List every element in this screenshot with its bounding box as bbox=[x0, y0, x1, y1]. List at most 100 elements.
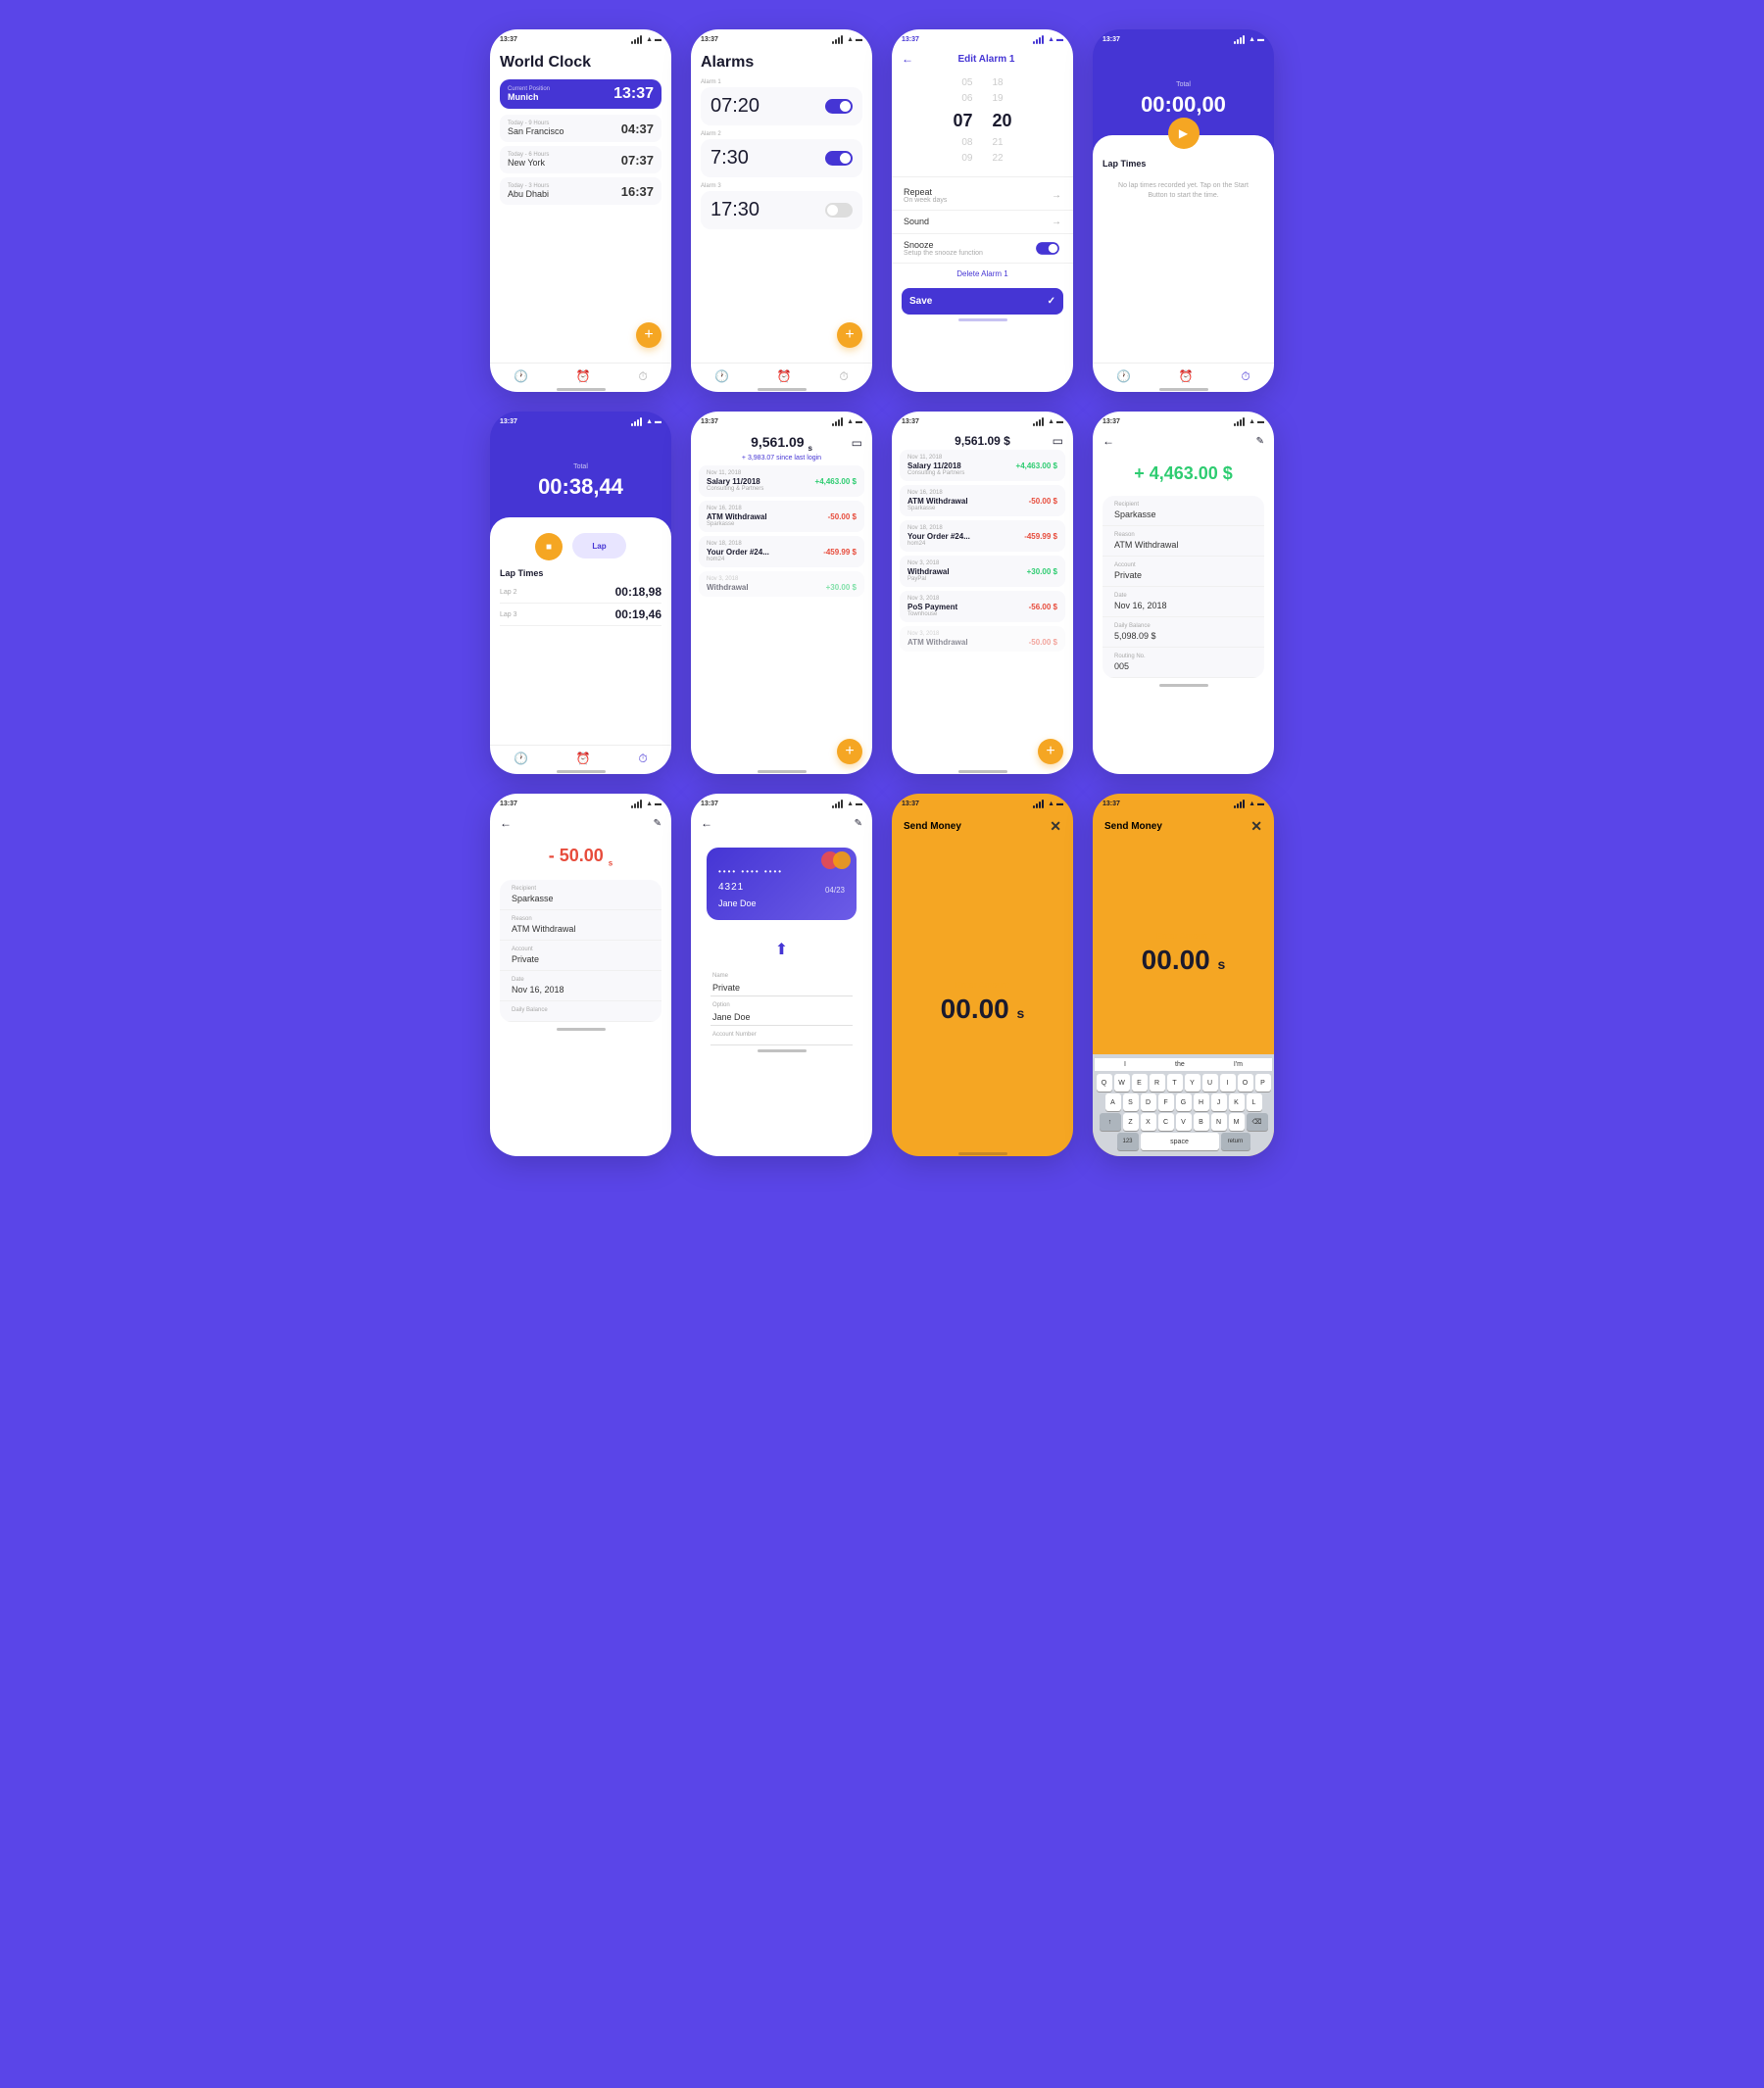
stopwatch-idle-content: Total 00:00,00 bbox=[1093, 46, 1274, 125]
status-bar-7: 13:37 ▲ ▬ bbox=[892, 412, 1073, 428]
close-send-button[interactable]: ✕ bbox=[1050, 818, 1061, 835]
key-t[interactable]: T bbox=[1167, 1074, 1183, 1092]
nav-sw-5[interactable]: ⏱ bbox=[638, 752, 647, 766]
alarm-1-toggle[interactable] bbox=[825, 99, 853, 114]
nav-alarm-4[interactable]: ⏰ bbox=[1179, 369, 1194, 384]
key-shift[interactable]: ↑ bbox=[1100, 1113, 1121, 1131]
play-button[interactable]: ▶ bbox=[1168, 118, 1200, 149]
key-k[interactable]: K bbox=[1229, 1093, 1245, 1111]
card-number: 4321 bbox=[718, 882, 744, 893]
key-p[interactable]: P bbox=[1255, 1074, 1271, 1092]
add-city-button[interactable]: + bbox=[636, 322, 662, 348]
balance-display: 9,561.09 s bbox=[751, 434, 812, 453]
trans-3-pos[interactable]: Nov 3, 2018 PoS PaymentTownhouse -56.00 … bbox=[900, 591, 1065, 622]
sug-0[interactable]: I bbox=[1124, 1061, 1126, 1068]
nav-sw-2[interactable]: ⏱ bbox=[839, 369, 848, 384]
back-arrow-detail[interactable]: ← bbox=[1102, 434, 1114, 448]
daily-bal-label: Daily Balance bbox=[1114, 623, 1252, 629]
nav-sw-4[interactable]: ⏱ bbox=[1241, 369, 1250, 384]
key-l[interactable]: L bbox=[1247, 1093, 1262, 1111]
trans-atm[interactable]: Nov 16, 2018 ATM Withdrawal Sparkasse -5… bbox=[699, 501, 864, 532]
key-z[interactable]: Z bbox=[1123, 1113, 1139, 1131]
key-a[interactable]: A bbox=[1105, 1093, 1121, 1111]
card-icon-3[interactable]: ▭ bbox=[1053, 434, 1063, 448]
key-x[interactable]: X bbox=[1141, 1113, 1156, 1131]
add-alarm-button[interactable]: + bbox=[837, 322, 862, 348]
key-e[interactable]: E bbox=[1132, 1074, 1148, 1092]
alarm-item-1: Alarm 1 07:20 bbox=[701, 79, 862, 125]
alarm-2-toggle[interactable] bbox=[825, 151, 853, 166]
edit-detail-icon[interactable]: ✎ bbox=[1256, 436, 1264, 447]
share-icon[interactable]: ⬆ bbox=[691, 932, 872, 967]
delete-alarm-link[interactable]: Delete Alarm 1 bbox=[892, 264, 1073, 284]
nav-alarm-5[interactable]: ⏰ bbox=[576, 752, 591, 766]
card-menu-icon[interactable]: ▭ bbox=[852, 436, 862, 450]
order-amount: -459.99 $ bbox=[823, 548, 857, 557]
key-f[interactable]: F bbox=[1158, 1093, 1174, 1111]
back-arrow-neg[interactable]: ← bbox=[500, 816, 512, 830]
close-send-kbd-button[interactable]: ✕ bbox=[1250, 818, 1262, 835]
sug-2[interactable]: I'm bbox=[1234, 1061, 1243, 1068]
nav-stopwatch-icon[interactable]: ⏱ bbox=[638, 369, 647, 384]
key-v[interactable]: V bbox=[1176, 1113, 1192, 1131]
key-return[interactable]: return bbox=[1221, 1133, 1250, 1150]
key-m[interactable]: M bbox=[1229, 1113, 1245, 1131]
nav-clock-icon[interactable]: 🕐 bbox=[514, 369, 528, 384]
nav-alarm-icon[interactable]: ⏰ bbox=[576, 369, 591, 384]
trans-3-atm2[interactable]: Nov 3, 2018 ATM Withdrawal -50.00 $ bbox=[900, 626, 1065, 652]
card-name-label: Name bbox=[710, 973, 853, 979]
trans-withdrawal[interactable]: Nov 3, 2018 Withdrawal +30.00 $ bbox=[699, 571, 864, 597]
key-c[interactable]: C bbox=[1158, 1113, 1174, 1131]
sug-1[interactable]: the bbox=[1175, 1061, 1185, 1068]
repeat-option[interactable]: Repeat On week days → bbox=[892, 181, 1073, 211]
stop-button[interactable]: ■ bbox=[535, 533, 563, 560]
back-arrow-card[interactable]: ← bbox=[701, 816, 712, 830]
key-d[interactable]: D bbox=[1141, 1093, 1156, 1111]
back-arrow[interactable]: ← bbox=[902, 52, 913, 66]
nav-alarm-2[interactable]: ⏰ bbox=[777, 369, 792, 384]
phone-alarms: 13:37 ▲ ▬ Alarms Alarm 1 07:20 Alarm 2 bbox=[691, 29, 872, 392]
phone-card: 13:37 ▲ ▬ ← ✎ •••• •••• bbox=[691, 794, 872, 1156]
key-o[interactable]: O bbox=[1238, 1074, 1253, 1092]
trans-3-paypal[interactable]: Nov 3, 2018 WithdrawalPayPal +30.00 $ bbox=[900, 556, 1065, 587]
alarm-3-label: Alarm 3 bbox=[701, 183, 862, 189]
trans-3-salary[interactable]: Nov 11, 2018 Salary 11/2018Consulting & … bbox=[900, 450, 1065, 481]
key-h[interactable]: H bbox=[1194, 1093, 1209, 1111]
lap-button[interactable]: Lap bbox=[572, 533, 626, 558]
add-transaction-button[interactable]: + bbox=[837, 739, 862, 764]
key-q[interactable]: Q bbox=[1097, 1074, 1112, 1092]
edit-card-icon[interactable]: ✎ bbox=[855, 818, 862, 829]
key-j[interactable]: J bbox=[1211, 1093, 1227, 1111]
edit-neg-icon[interactable]: ✎ bbox=[654, 818, 662, 829]
key-s[interactable]: S bbox=[1123, 1093, 1139, 1111]
key-b[interactable]: B bbox=[1194, 1113, 1209, 1131]
nav-clock-2[interactable]: 🕐 bbox=[714, 369, 729, 384]
trans-3-atm[interactable]: Nov 16, 2018 ATM WithdrawalSparkasse -50… bbox=[900, 485, 1065, 516]
snooze-toggle[interactable] bbox=[1036, 242, 1059, 255]
atm-name: ATM Withdrawal bbox=[707, 512, 767, 521]
key-n[interactable]: N bbox=[1211, 1113, 1227, 1131]
key-123[interactable]: 123 bbox=[1117, 1133, 1139, 1150]
trans-order[interactable]: Nov 18, 2018 Your Order #24... hom24 -45… bbox=[699, 536, 864, 567]
save-alarm-button[interactable]: Save ✓ bbox=[902, 288, 1063, 315]
status-time-4: 13:37 bbox=[1102, 36, 1120, 43]
app-grid: 13:37 ▲ ▬ World Clock Current Position M… bbox=[490, 29, 1274, 1156]
add-trans-button-3[interactable]: + bbox=[1038, 739, 1063, 764]
field-date: Date Nov 16, 2018 bbox=[1102, 587, 1264, 617]
key-y[interactable]: Y bbox=[1185, 1074, 1200, 1092]
key-r[interactable]: R bbox=[1150, 1074, 1165, 1092]
key-space[interactable]: space bbox=[1141, 1133, 1219, 1150]
trans-3-order[interactable]: Nov 18, 2018 Your Order #24...hom24 -459… bbox=[900, 520, 1065, 552]
key-u[interactable]: U bbox=[1202, 1074, 1218, 1092]
key-w[interactable]: W bbox=[1114, 1074, 1130, 1092]
nav-clock-5[interactable]: 🕐 bbox=[514, 752, 528, 766]
key-i[interactable]: I bbox=[1220, 1074, 1236, 1092]
trans-salary[interactable]: Nov 11, 2018 Salary 11/2018 Consulting &… bbox=[699, 465, 864, 497]
nav-clock-4[interactable]: 🕐 bbox=[1116, 369, 1131, 384]
key-backspace[interactable]: ⌫ bbox=[1247, 1113, 1268, 1131]
sound-option[interactable]: Sound → bbox=[892, 211, 1073, 234]
bottom-nav-5: 🕐 ⏰ ⏱ bbox=[490, 745, 671, 770]
key-g[interactable]: G bbox=[1176, 1093, 1192, 1111]
time-picker[interactable]: 0518 0619 0720 0821 0922 bbox=[892, 70, 1073, 172]
alarm-3-toggle[interactable] bbox=[825, 203, 853, 218]
